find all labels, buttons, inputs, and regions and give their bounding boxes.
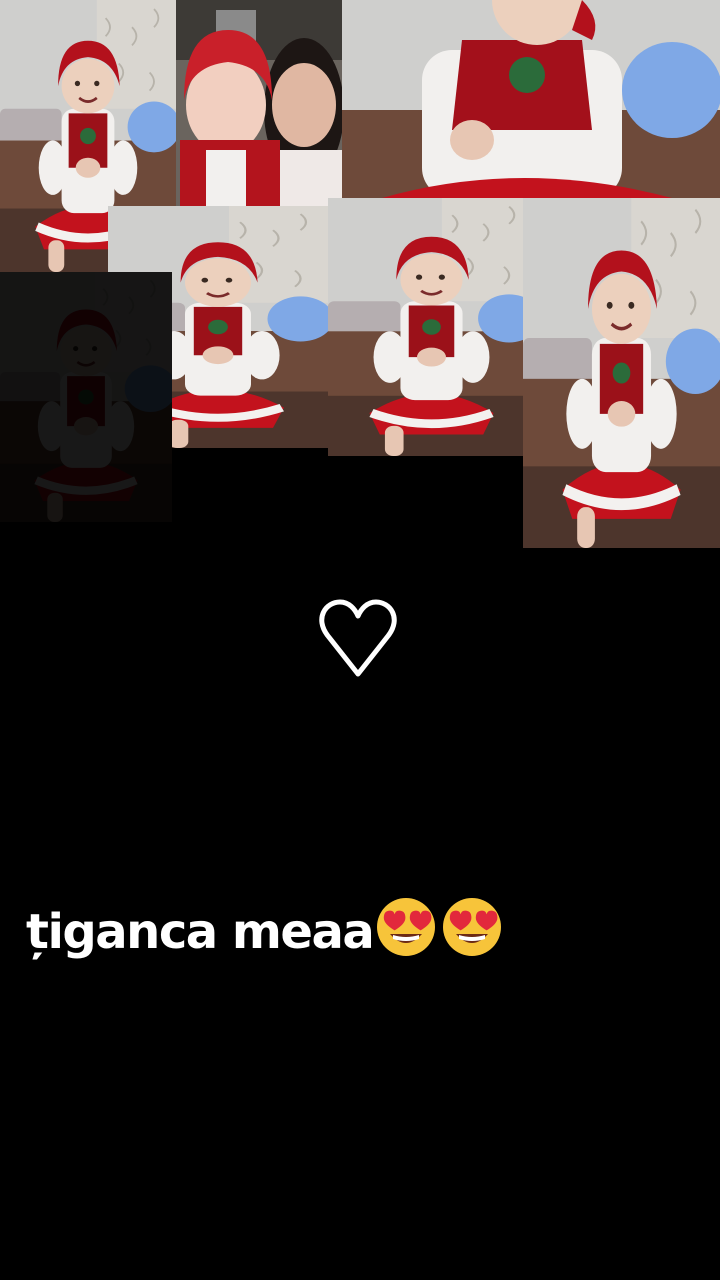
caption-text: țiganca meaa: [26, 896, 503, 967]
heart-eyes-emoji-icon: [443, 898, 502, 956]
heart-icon: [319, 599, 397, 677]
collage-photo-closeup: [342, 0, 720, 198]
collage-photo-3: [328, 198, 535, 456]
collage-photo-selfie: [176, 0, 342, 206]
heart-eyes-emoji-icon: [377, 898, 436, 956]
photo-dim-overlay: [0, 272, 172, 522]
caption-label: țiganca meaa: [26, 904, 375, 960]
collage-photo-4: [523, 198, 720, 548]
